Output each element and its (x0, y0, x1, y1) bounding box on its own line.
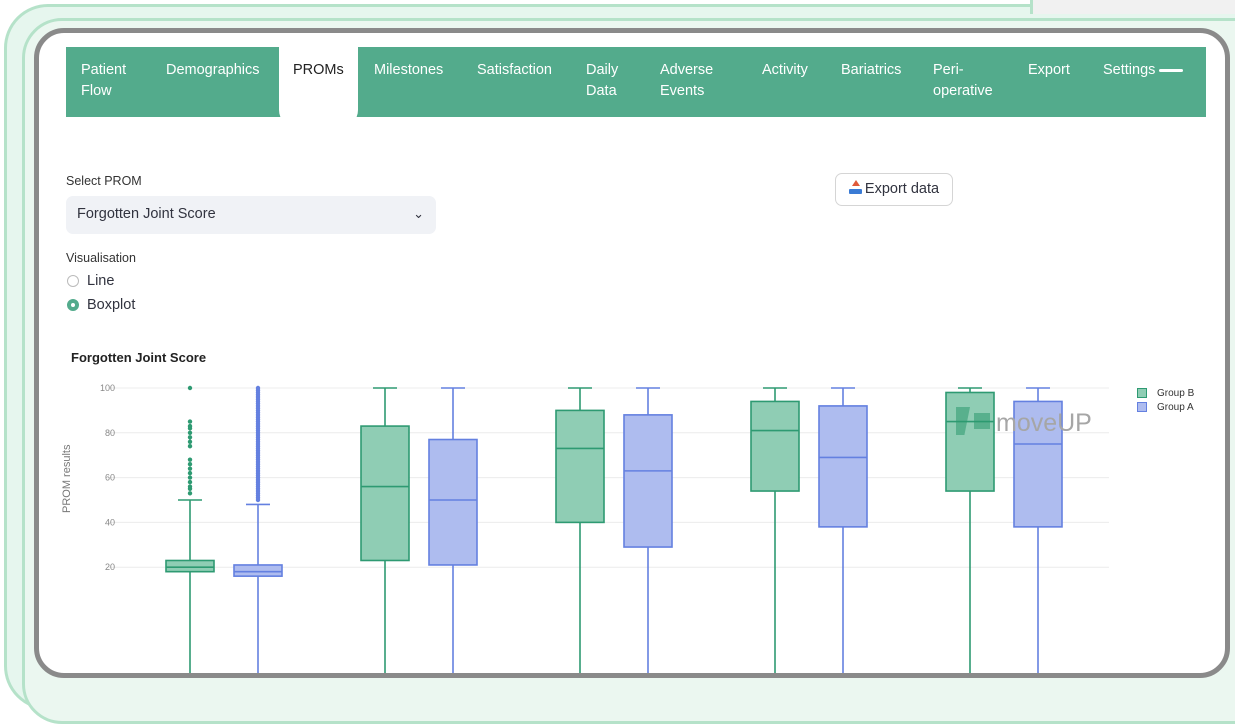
group-a-box (818, 405, 868, 528)
group-b-outlier (187, 385, 193, 391)
tab-perioperative[interactable]: Peri- operative (933, 60, 993, 102)
group-b-outlier (187, 470, 193, 476)
y-tick-label: 80 (105, 428, 115, 438)
group-b-box (750, 400, 800, 492)
legend-swatch (1137, 388, 1147, 398)
visualisation-label: Visualisation (66, 251, 136, 265)
tab-label: Daily Data (586, 62, 619, 99)
tab-activity[interactable]: Activity (762, 60, 808, 81)
tab-label: Bariatrics (841, 62, 902, 78)
prom-select[interactable]: Forgotten Joint Score ⌄ (66, 196, 436, 234)
tab-export[interactable]: Export (1028, 60, 1070, 81)
legend-item-group-a[interactable]: Group A (1137, 402, 1194, 416)
group-b-outlier (187, 444, 193, 449)
group-a-box (428, 438, 478, 566)
tab-label: Peri- operative (933, 62, 993, 99)
moveup-watermark: moveUP (956, 407, 1092, 438)
tab-label: Patient Flow (81, 62, 127, 99)
group-b-box (165, 559, 215, 573)
group-b-outlier (187, 491, 193, 496)
y-tick-label: 20 (105, 562, 115, 572)
group-b-box (360, 425, 410, 562)
tab-label: Satisfaction (477, 62, 552, 78)
hamburger-icon[interactable] (1159, 68, 1184, 72)
prom-select-value: Forgotten Joint Score (77, 206, 216, 222)
tab-label: Export (1028, 62, 1070, 78)
group-b-outlier (187, 430, 193, 435)
y-tick-label: 40 (105, 517, 115, 527)
radio-circle[interactable] (67, 275, 79, 287)
legend-label: Group A (1157, 402, 1194, 413)
app-screen: Patient Flow Demographics PROMs Mileston… (34, 28, 1230, 678)
chart-legend: Group B Group A (1137, 388, 1194, 416)
chevron-down-icon: ⌄ (413, 206, 424, 221)
group-b-outlier (187, 423, 193, 429)
tab-settings[interactable]: Settings (1103, 60, 1184, 81)
group-b-outlier (187, 457, 193, 462)
tab-label: PROMs (293, 62, 344, 78)
chart-title: Forgotten Joint Score (71, 350, 207, 365)
tab-demographics[interactable]: Demographics (166, 60, 260, 81)
group-a-outlier (255, 385, 261, 391)
inbox-tray-icon (848, 180, 862, 194)
group-b-outlier (187, 479, 193, 485)
radio-line-label: Line (87, 273, 115, 289)
moveup-logo-icon (956, 407, 992, 435)
tab-patient-flow[interactable]: Patient Flow (81, 60, 126, 102)
group-b-outlier (187, 475, 193, 480)
group-a-box (233, 564, 283, 577)
top-strip (1030, 0, 1235, 14)
group-b-outlier (187, 484, 193, 489)
legend-item-group-b[interactable]: Group B (1137, 388, 1194, 402)
y-tick-label: 60 (105, 473, 115, 483)
select-prom-label: Select PROM (66, 174, 142, 188)
tab-adverse-events[interactable]: Adverse Events (660, 60, 713, 102)
radio-boxplot[interactable]: Boxplot (67, 297, 135, 313)
group-b-outlier (187, 435, 193, 440)
tab-label: Demographics (166, 62, 260, 78)
group-b-outlier (187, 439, 193, 444)
group-b-outlier (187, 419, 193, 424)
tab-milestones[interactable]: Milestones (374, 60, 443, 81)
watermark-text: moveUP (996, 409, 1092, 437)
tab-bariatrics[interactable]: Bariatrics (841, 60, 901, 81)
tab-proms[interactable]: PROMs (279, 39, 358, 128)
tab-label: Milestones (374, 62, 444, 78)
radio-line[interactable]: Line (67, 273, 114, 289)
y-tick-label: 100 (100, 383, 115, 393)
group-b-box (555, 409, 605, 524)
group-b-outlier (187, 461, 193, 467)
tab-satisfaction[interactable]: Satisfaction (477, 60, 552, 81)
radio-circle[interactable] (67, 299, 79, 311)
legend-label: Group B (1157, 388, 1195, 399)
radio-boxplot-label: Boxplot (87, 297, 136, 313)
tab-daily-data[interactable]: Daily Data (586, 60, 618, 102)
group-a-box (623, 414, 673, 548)
legend-swatch (1137, 402, 1147, 412)
tab-label: Settings (1103, 62, 1156, 78)
group-b-outlier (187, 466, 193, 471)
top-nav: Patient Flow Demographics PROMs Mileston… (66, 39, 1206, 128)
export-data-label: Export data (864, 181, 940, 197)
tab-label: Adverse Events (660, 62, 714, 99)
export-data-button[interactable]: Export data (835, 173, 953, 206)
tab-label: Activity (762, 62, 808, 78)
